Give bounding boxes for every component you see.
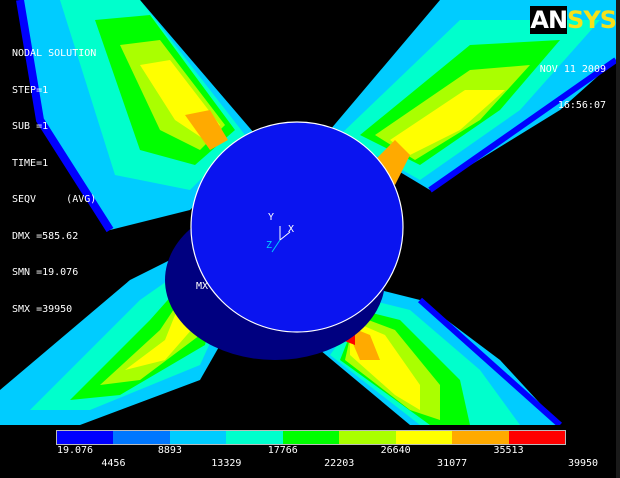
legend-tick-bottom-1: 13329 (211, 458, 242, 469)
legend-tick-bottom-0: 4456 (101, 458, 126, 469)
info-line-smx: SMX =39950 (12, 303, 73, 315)
legend-tick-top-2: 17766 (267, 445, 298, 456)
date-text: NOV 11 2009 (539, 64, 606, 75)
axis-label-x: X (288, 224, 295, 235)
info-line-time: TIME=1 (12, 157, 49, 169)
solution-info-block: NODAL SOLUTION STEP=1 SUB =1 TIME=1 SEQV… (12, 24, 96, 328)
legend-segment-8 (508, 431, 565, 444)
legend-tick-top-1: 8893 (157, 445, 182, 456)
contour-legend-bar (56, 430, 566, 445)
ansys-logo: ANSYS (530, 6, 617, 34)
legend-segment-5 (339, 431, 396, 444)
legend-segment-0 (57, 431, 114, 444)
datetime-block: NOV 11 2009 16:56:07 (540, 40, 606, 124)
info-line-seqv: SEQV (AVG) (12, 194, 97, 205)
axis-label-z: Z (266, 240, 273, 251)
info-line-title: NODAL SOLUTION (12, 48, 97, 59)
legend-segment-3 (226, 431, 283, 444)
time-text: 16:56:07 (557, 100, 606, 111)
info-line-sub: SUB =1 (12, 121, 49, 132)
hub-face (190, 121, 404, 333)
legend-segment-4 (282, 431, 340, 444)
axis-label-y: Y (268, 212, 275, 223)
legend-tick-bottom-3: 31077 (437, 458, 468, 469)
legend-tick-top-0: 19.076 (56, 445, 94, 456)
info-line-step: STEP=1 (12, 84, 49, 96)
legend-tick-bottom-2: 22203 (324, 458, 355, 469)
logo-part-an: AN (530, 6, 568, 34)
info-line-smn: SMN =19.076 (12, 267, 79, 278)
info-line-dmx: DMX =585.62 (12, 230, 79, 242)
legend-segment-2 (169, 431, 227, 444)
max-marker-label: MX (196, 281, 209, 292)
legend-segment-1 (113, 431, 170, 444)
legend-tick-top-3: 26640 (380, 445, 411, 456)
legend-tick-top-4: 35513 (493, 445, 524, 456)
logo-part-sys: SYS (567, 6, 617, 34)
viewport-frame-edge (616, 0, 620, 478)
legend-segment-7 (452, 431, 509, 444)
legend-tick-bottom-4: 39950 (567, 458, 599, 469)
legend-segment-6 (395, 431, 453, 444)
